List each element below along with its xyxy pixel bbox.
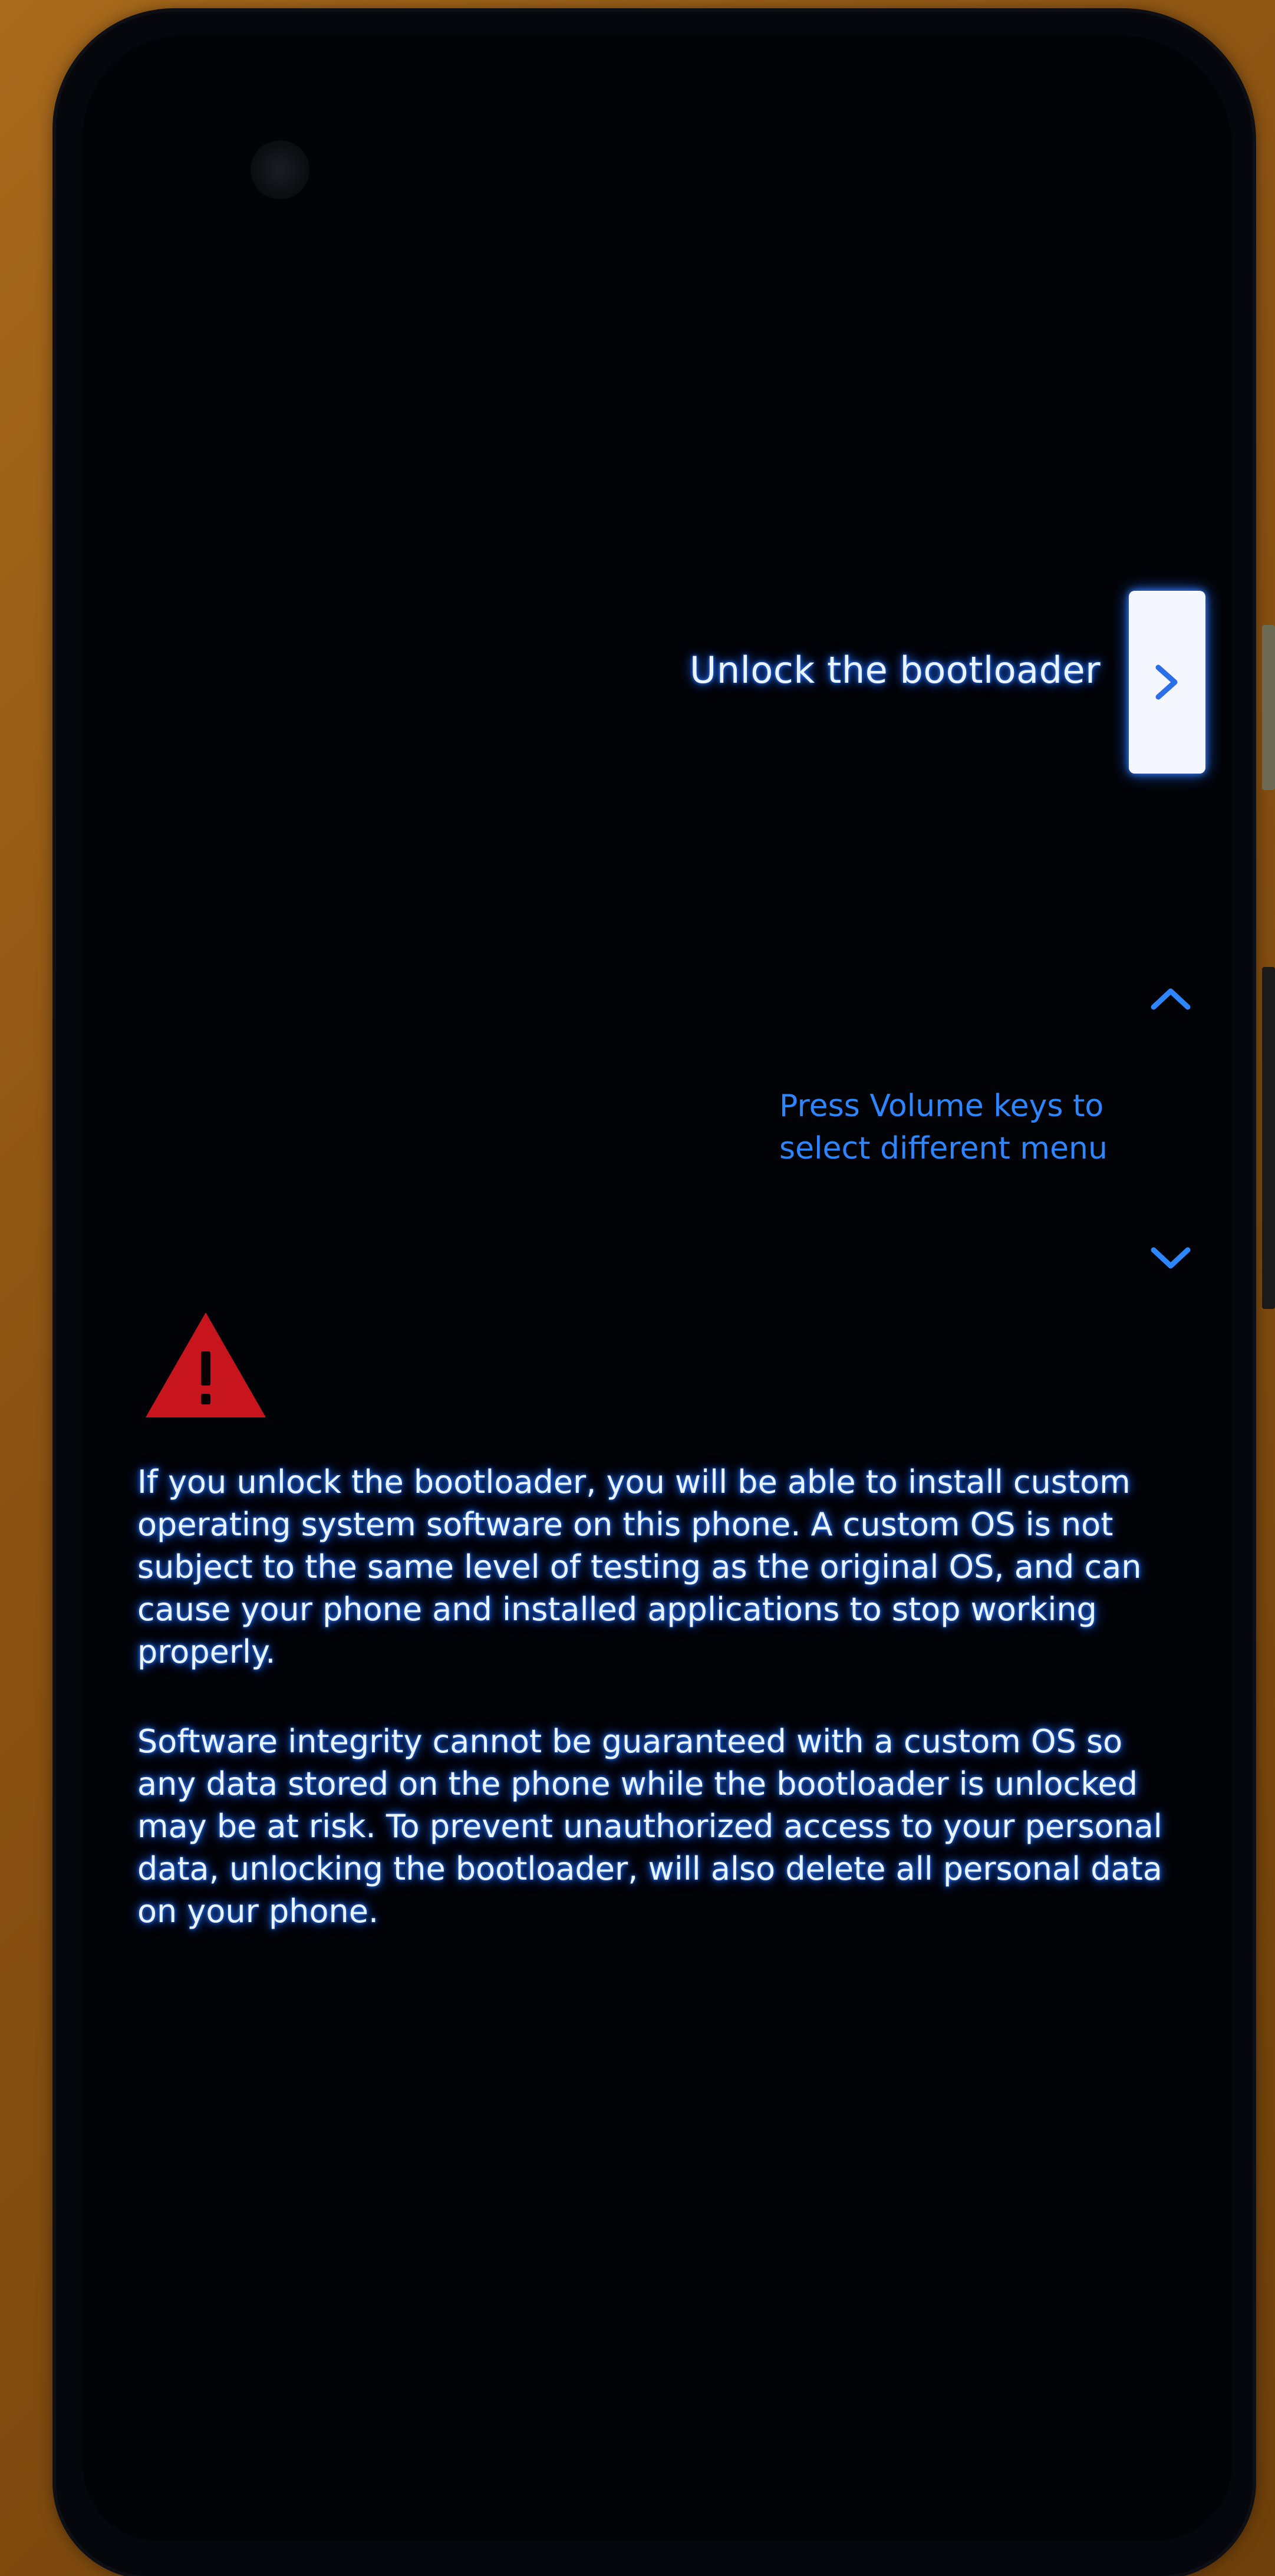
volume-keys-hint: Press Volume keys to select different me…	[779, 1085, 1162, 1170]
warning-paragraph-2: Software integrity cannot be guaranteed …	[137, 1723, 1162, 1930]
hint-line-1: Press Volume keys to	[779, 1088, 1104, 1124]
front-camera	[251, 140, 309, 199]
warning-triangle-icon	[146, 1312, 266, 1417]
chevron-right-icon	[1155, 664, 1178, 700]
volume-rocker	[1262, 967, 1275, 1309]
hint-line-2: select different menu	[779, 1131, 1108, 1166]
bootloader-screen	[83, 35, 1232, 2541]
chevron-up-icon[interactable]	[1150, 986, 1191, 1012]
power-button	[1262, 625, 1275, 790]
menu-option-label: Unlock the bootloader	[690, 649, 1101, 692]
warning-paragraph-1: If you unlock the bootloader, you will b…	[137, 1463, 1142, 1670]
chevron-down-icon[interactable]	[1150, 1245, 1191, 1271]
select-option-button[interactable]	[1129, 591, 1205, 774]
